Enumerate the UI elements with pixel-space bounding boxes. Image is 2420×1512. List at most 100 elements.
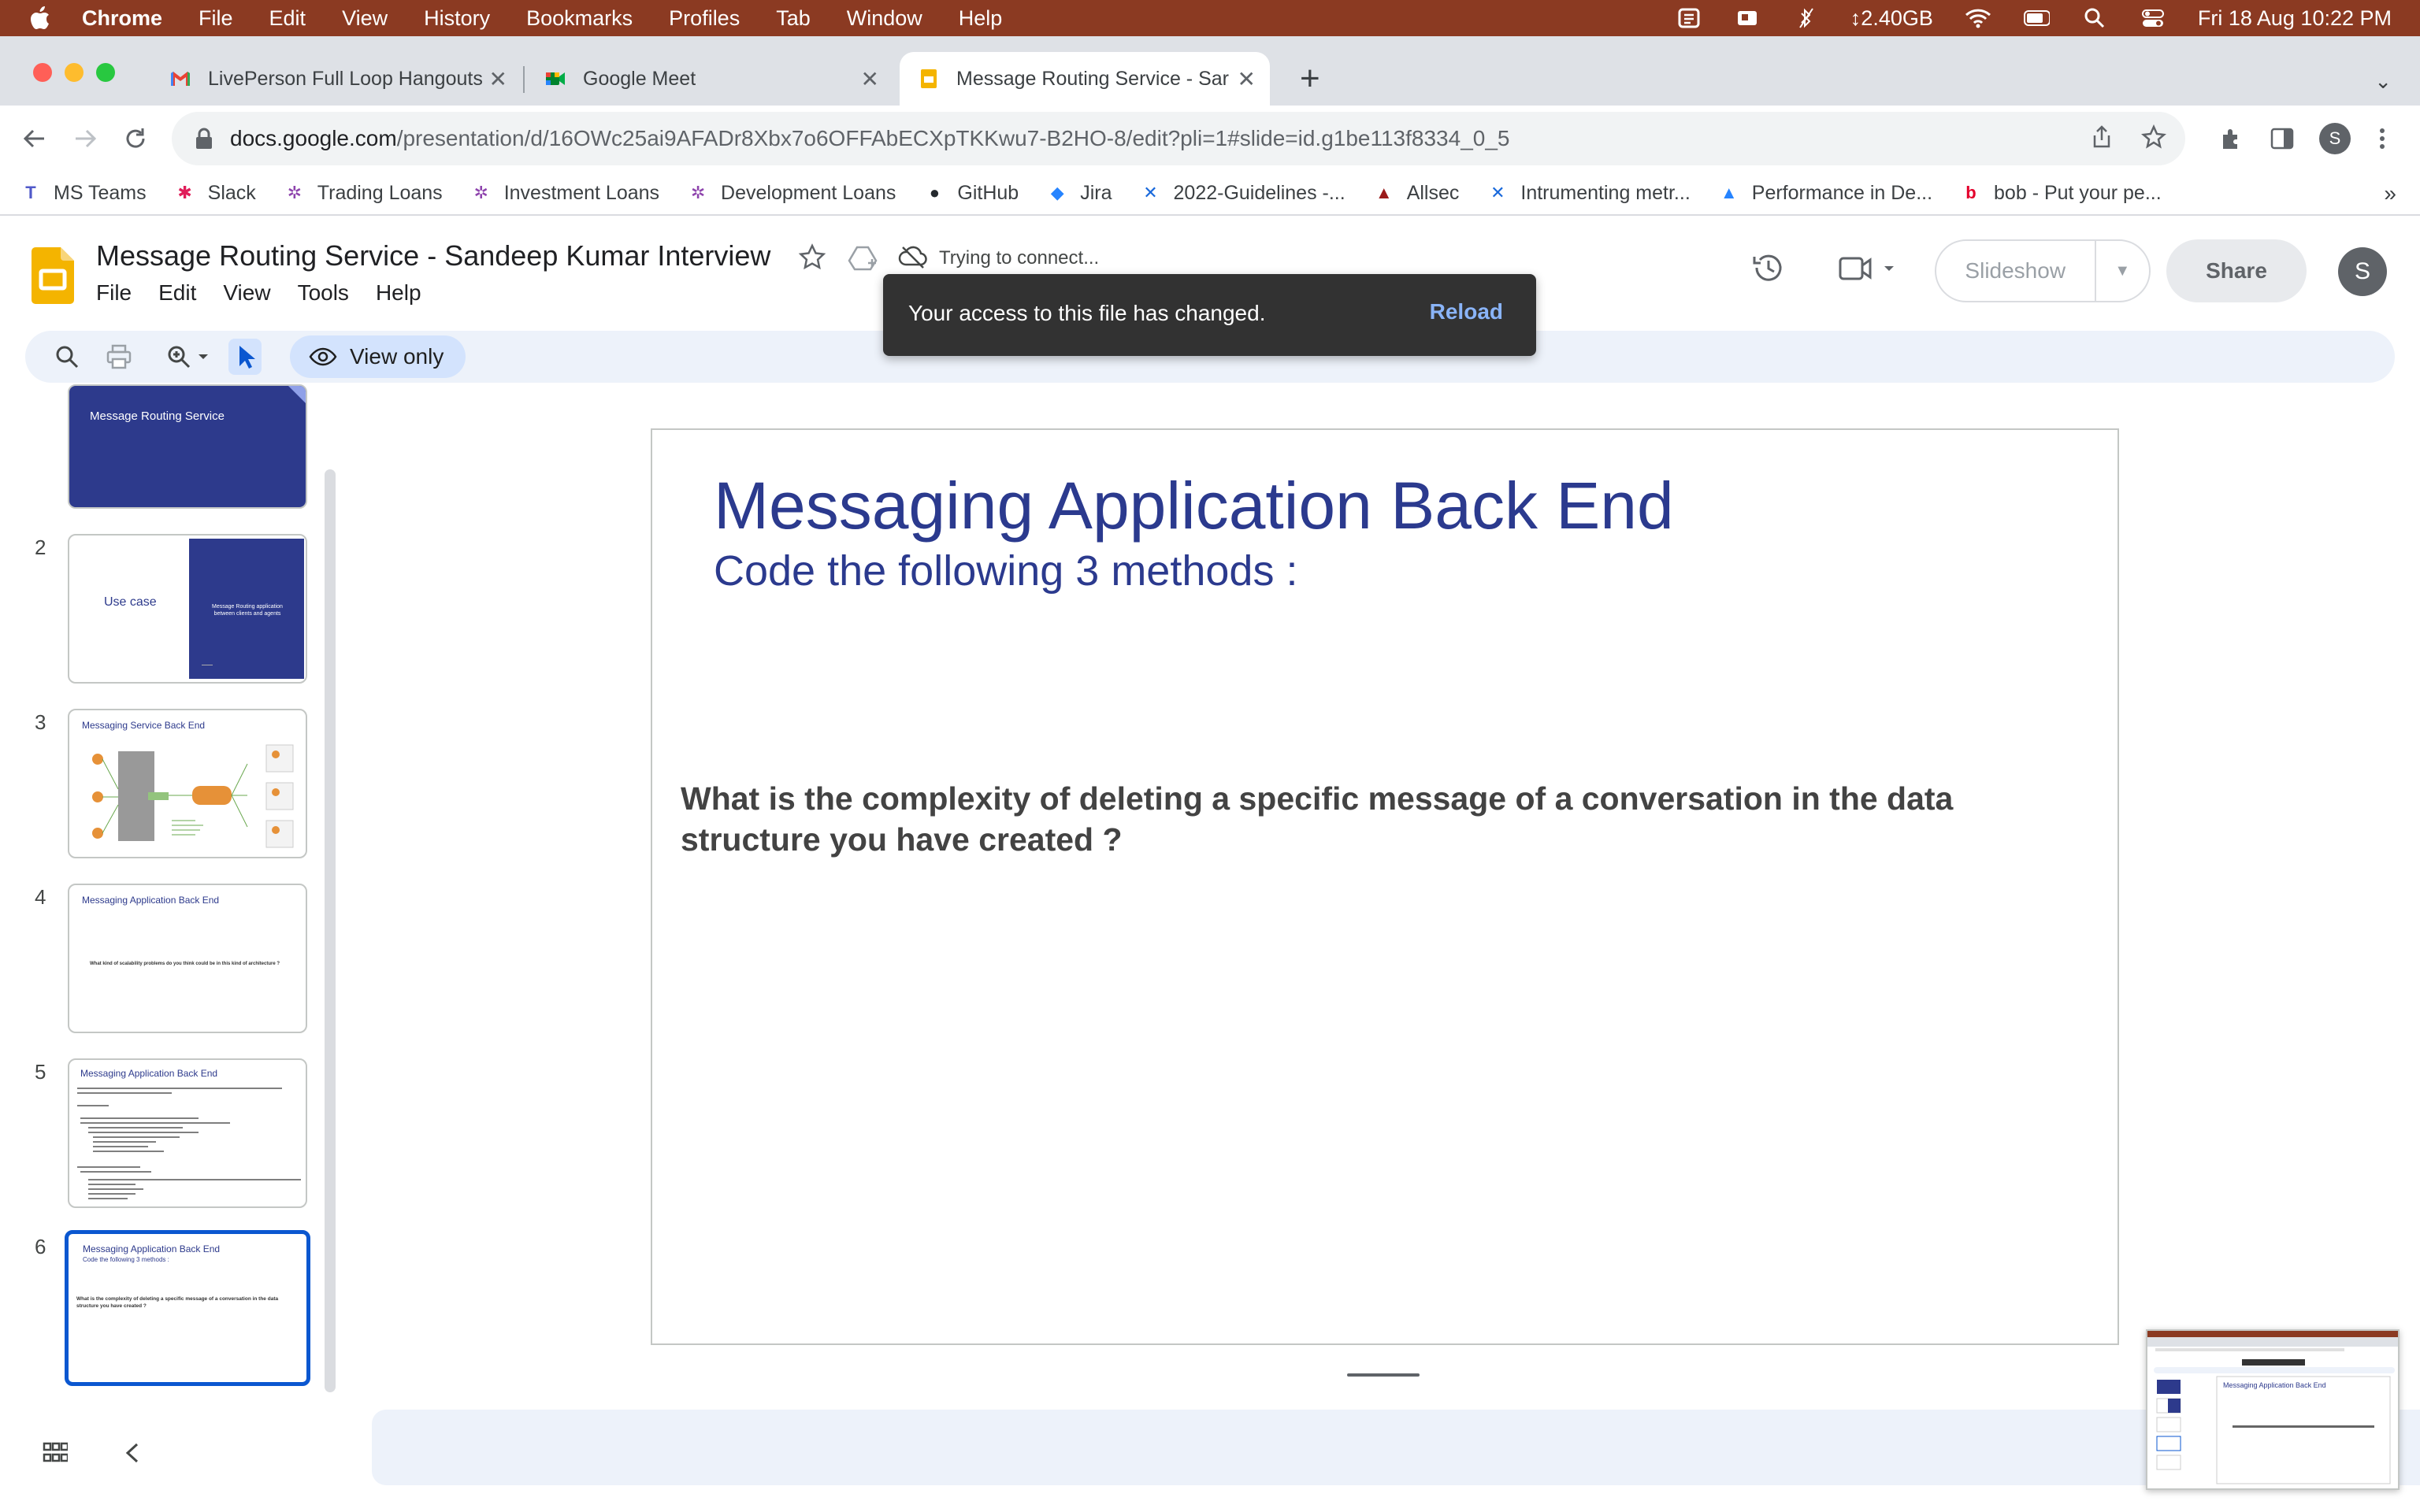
filmstrip-scrollbar[interactable] bbox=[325, 469, 336, 1392]
more-bookmarks-chevron-icon[interactable]: » bbox=[2384, 181, 2396, 206]
menubar-window[interactable]: Window bbox=[847, 6, 922, 31]
menubar-history[interactable]: History bbox=[424, 6, 490, 31]
confluence-icon: ✕ bbox=[1490, 183, 1505, 202]
reload-button[interactable]: Reload bbox=[1430, 299, 1503, 324]
chevron-down-icon[interactable]: ⌄ bbox=[2374, 69, 2392, 94]
side-panel-icon[interactable] bbox=[2269, 121, 2296, 156]
bookmark-item[interactable]: ✲ Trading Loans bbox=[283, 181, 443, 205]
menubar-edit[interactable]: Edit bbox=[269, 6, 306, 31]
collapse-filmstrip-chevron-left-icon[interactable] bbox=[123, 1441, 142, 1471]
allsec-icon: ▲ bbox=[1375, 183, 1393, 202]
tab-google-meet[interactable]: Google Meet ✕ bbox=[526, 52, 893, 106]
wifi-icon[interactable] bbox=[1965, 7, 1991, 29]
display-status-icon[interactable] bbox=[1734, 7, 1761, 29]
bookmark-star-icon[interactable] bbox=[2141, 124, 2166, 154]
view-only-button[interactable]: View only bbox=[290, 335, 466, 378]
bookmark-item[interactable]: ● GitHub bbox=[922, 181, 1019, 205]
address-bar[interactable]: docs.google.com/presentation/d/16OWc25ai… bbox=[172, 112, 2185, 165]
extensions-icon[interactable] bbox=[2218, 121, 2245, 156]
tab-message-routing-service[interactable]: Message Routing Service - Sar ✕ bbox=[900, 52, 1270, 106]
forward-arrow-icon[interactable] bbox=[68, 121, 102, 156]
spotlight-search-icon[interactable] bbox=[2081, 7, 2108, 29]
slide-thumbnail-1[interactable]: Message Routing Service bbox=[68, 384, 307, 509]
slide-number: 5 bbox=[35, 1060, 46, 1084]
share-page-icon[interactable] bbox=[2091, 124, 2113, 154]
close-tab-icon[interactable]: ✕ bbox=[489, 66, 507, 92]
account-avatar[interactable]: S bbox=[2338, 247, 2387, 296]
bookmark-label: Allsec bbox=[1406, 181, 1460, 204]
menubar-profiles[interactable]: Profiles bbox=[669, 6, 740, 31]
docs-menu-tools[interactable]: Tools bbox=[298, 280, 349, 306]
new-tab-button[interactable]: + bbox=[1300, 61, 1320, 96]
minimize-window-button[interactable] bbox=[65, 63, 84, 82]
grid-view-icon[interactable] bbox=[43, 1441, 68, 1466]
star-icon[interactable] bbox=[797, 243, 827, 272]
profile-avatar[interactable]: S bbox=[2319, 123, 2351, 154]
memory-readout[interactable]: ↕2.40GB bbox=[1850, 6, 1933, 31]
share-button[interactable]: Share bbox=[2166, 239, 2307, 302]
slideshow-button[interactable]: Slideshow ▼ bbox=[1935, 239, 2151, 302]
slideshow-dropdown-icon[interactable]: ▼ bbox=[2096, 262, 2150, 280]
document-title[interactable]: Message Routing Service - Sandeep Kumar … bbox=[96, 239, 770, 272]
close-tab-icon[interactable]: ✕ bbox=[1238, 66, 1256, 92]
slide-thumbnail-6[interactable]: Messaging Application Back End Code the … bbox=[65, 1230, 310, 1386]
menubar-datetime[interactable]: Fri 18 Aug 10:22 PM bbox=[2198, 6, 2392, 31]
docs-menu-view[interactable]: View bbox=[223, 280, 270, 306]
bookmark-item[interactable]: ✕ 2022-Guidelines -... bbox=[1139, 181, 1345, 205]
version-history-icon[interactable] bbox=[1750, 250, 1782, 281]
connection-status: Trying to connect... bbox=[939, 247, 1100, 269]
docs-menu-help[interactable]: Help bbox=[376, 280, 421, 306]
bookmark-item[interactable]: ✲ Investment Loans bbox=[470, 181, 659, 205]
lock-icon[interactable] bbox=[194, 127, 214, 150]
bookmark-item[interactable]: ✲ Development Loans bbox=[686, 181, 896, 205]
asterisk-icon: ✲ bbox=[287, 183, 302, 202]
bookmark-item[interactable]: ▲ Allsec bbox=[1372, 181, 1460, 205]
back-arrow-icon[interactable] bbox=[17, 121, 52, 156]
tab-liveperson[interactable]: LivePerson Full Loop Hangouts ✕ bbox=[151, 52, 521, 106]
search-icon[interactable] bbox=[52, 342, 82, 372]
speaker-notes-panel[interactable] bbox=[372, 1410, 2420, 1485]
url-text[interactable]: docs.google.com/presentation/d/16OWc25ai… bbox=[230, 126, 1509, 151]
reload-icon[interactable] bbox=[118, 121, 153, 156]
screen-share-preview[interactable]: Messaging Application Back End bbox=[2146, 1329, 2400, 1490]
bookmark-item[interactable]: T MS Teams bbox=[19, 181, 146, 205]
slide-thumbnail-5[interactable]: Messaging Application Back End bbox=[68, 1058, 307, 1208]
slide-thumbnail-4[interactable]: Messaging Application Back End What kind… bbox=[68, 884, 307, 1033]
slide-thumbnail-2[interactable]: Use case Message Routing application bet… bbox=[68, 534, 307, 684]
control-center-icon[interactable] bbox=[2140, 7, 2166, 29]
bluetooth-off-icon[interactable] bbox=[1792, 7, 1819, 29]
bookmark-label: GitHub bbox=[957, 181, 1019, 204]
browser-toolbar: docs.google.com/presentation/d/16OWc25ai… bbox=[0, 106, 2420, 172]
maximize-window-button[interactable] bbox=[96, 63, 115, 82]
bookmark-item[interactable]: ✱ Slack bbox=[173, 181, 255, 205]
select-cursor-icon[interactable] bbox=[228, 339, 262, 375]
menubar-file[interactable]: File bbox=[199, 6, 233, 31]
close-tab-icon[interactable]: ✕ bbox=[861, 66, 879, 92]
bookmark-item[interactable]: ◆ Jira bbox=[1045, 181, 1112, 205]
slide-filmstrip: Message Routing Service 2 Use case Messa… bbox=[0, 384, 336, 1402]
menubar-app-name[interactable]: Chrome bbox=[82, 6, 162, 31]
battery-icon[interactable] bbox=[2023, 7, 2050, 29]
menubar-view[interactable]: View bbox=[342, 6, 388, 31]
current-slide[interactable]: Messaging Application Back End Code the … bbox=[651, 428, 2119, 1345]
docs-menu-file[interactable]: File bbox=[96, 280, 132, 306]
docs-menu-edit[interactable]: Edit bbox=[158, 280, 196, 306]
menubar-bookmarks[interactable]: Bookmarks bbox=[526, 6, 633, 31]
menubar-help[interactable]: Help bbox=[959, 6, 1003, 31]
slides-logo-icon[interactable] bbox=[32, 247, 74, 304]
move-to-drive-icon[interactable] bbox=[848, 243, 878, 272]
menubar-tab[interactable]: Tab bbox=[776, 6, 811, 31]
print-icon[interactable] bbox=[104, 342, 134, 372]
apple-icon[interactable] bbox=[28, 5, 52, 32]
meet-call-icon[interactable] bbox=[1839, 255, 1902, 285]
slide-thumbnail-3[interactable]: Messaging Service Back End bbox=[68, 709, 307, 858]
bookmark-item[interactable]: ▲ Performance in De... bbox=[1717, 181, 1932, 205]
more-options-icon[interactable] bbox=[2377, 121, 2387, 156]
close-window-button[interactable] bbox=[33, 63, 52, 82]
slide-number: 6 bbox=[35, 1235, 46, 1258]
calendar-status-icon[interactable] bbox=[1676, 7, 1702, 29]
bookmark-item[interactable]: b bob - Put your pe... bbox=[1959, 181, 2161, 205]
bookmark-item[interactable]: ✕ Intrumenting metr... bbox=[1486, 181, 1691, 205]
notes-resize-handle[interactable] bbox=[1347, 1373, 1420, 1377]
zoom-icon[interactable] bbox=[165, 342, 213, 372]
